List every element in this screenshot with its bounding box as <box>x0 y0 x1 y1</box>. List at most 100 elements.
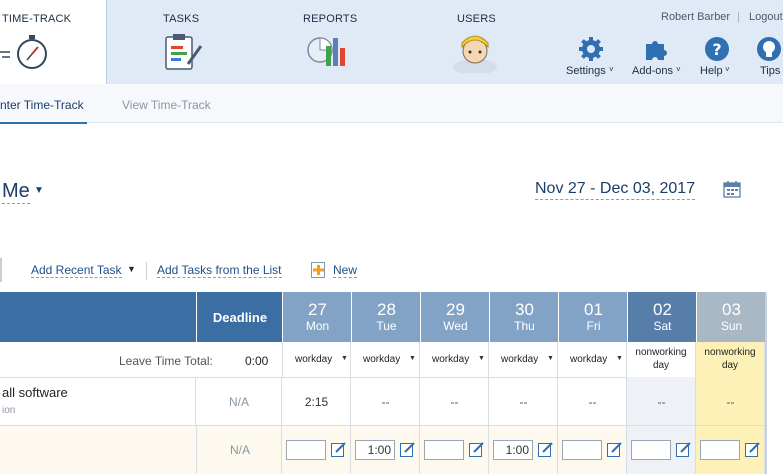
time-input-cell-sat <box>627 426 696 474</box>
new-task-deadline: N/A <box>229 443 250 457</box>
date-range-label: Nov 27 - Dec 03, 2017 <box>535 179 696 200</box>
time-input-cell-tue: 1:00 <box>351 426 420 474</box>
nav-users[interactable]: USERS <box>440 0 510 84</box>
logout-link[interactable]: Logout <box>749 11 783 23</box>
time-input-cell-thu: 1:00 <box>489 426 558 474</box>
add-tasks-from-list-label: Add Tasks from the List <box>157 263 282 278</box>
nav-reports[interactable]: REPORTS <box>290 0 370 84</box>
day-type-label: workday <box>432 354 470 365</box>
time-input-sat[interactable] <box>631 440 671 460</box>
calendar-icon[interactable] <box>723 180 741 198</box>
note-edit-icon[interactable] <box>676 441 692 458</box>
date-range-selector[interactable]: Nov 27 - Dec 03, 2017 <box>535 179 711 203</box>
add-recent-task-button[interactable]: Add Recent Task ▼ <box>31 263 141 279</box>
task-deadline-cell: N/A <box>196 377 282 425</box>
user-separator: | <box>737 11 740 23</box>
day-number: 27 <box>308 300 327 319</box>
time-value: -- <box>450 395 459 409</box>
help-icon: ? <box>705 37 729 61</box>
caret-down-icon: ▼ <box>478 355 485 362</box>
user-name-link[interactable]: Robert Barber <box>661 11 730 23</box>
time-input-cell-mon <box>282 426 351 474</box>
settings-button[interactable]: Settings ˅ <box>562 36 620 82</box>
note-edit-icon[interactable] <box>607 441 623 458</box>
day-type-select-fri[interactable]: workday ▼ <box>558 342 627 377</box>
tab-enter-time-track[interactable]: nter Time-Track <box>0 96 87 124</box>
time-input-mon[interactable] <box>286 440 326 460</box>
day-type-select-sat[interactable]: nonworking day <box>627 342 696 377</box>
tab-view-time-track[interactable]: View Time-Track <box>122 96 222 120</box>
add-recent-task-label: Add Recent Task <box>31 263 122 278</box>
day-type-label: workday <box>363 354 401 365</box>
leave-time-total: 0:00 <box>245 354 269 368</box>
help-label: Help <box>700 65 723 77</box>
lightbulb-icon <box>757 37 781 61</box>
day-number: 30 <box>515 300 534 319</box>
nav-tasks-label: TASKS <box>163 13 200 25</box>
chevron-down-icon: ˅ <box>725 65 730 74</box>
task-time-mon[interactable]: 2:15 <box>282 377 351 425</box>
day-header-sat: 02 Sat <box>627 292 697 342</box>
time-input-tue[interactable]: 1:00 <box>355 440 395 460</box>
day-number: 28 <box>377 300 396 319</box>
user-selector[interactable]: Me ▼ <box>0 179 48 207</box>
day-number: 02 <box>653 300 672 319</box>
caret-down-icon: ▼ <box>409 355 416 362</box>
day-name: Thu <box>514 319 535 333</box>
note-edit-icon[interactable] <box>331 441 347 458</box>
day-header-sun: 03 Sun <box>696 292 766 342</box>
day-type-select-wed[interactable]: workday ▼ <box>420 342 489 377</box>
time-input-fri[interactable] <box>562 440 602 460</box>
time-input-thu[interactable]: 1:00 <box>493 440 533 460</box>
day-type-select-mon[interactable]: workday ▼ <box>282 342 351 377</box>
nav-time-track[interactable]: TIME-TRACK <box>0 0 107 84</box>
divider <box>146 262 147 280</box>
deadline-label: Deadline <box>212 310 268 325</box>
nav-tasks[interactable]: TASKS <box>150 0 210 84</box>
note-edit-icon[interactable] <box>469 441 485 458</box>
note-edit-icon[interactable] <box>745 441 761 458</box>
task-time-sun[interactable]: -- <box>696 377 765 425</box>
time-input-sun[interactable] <box>700 440 740 460</box>
task-time-thu[interactable]: -- <box>489 377 558 425</box>
day-type-select-tue[interactable]: workday ▼ <box>351 342 420 377</box>
day-type-label: workday <box>295 354 333 365</box>
time-input-wed[interactable] <box>424 440 464 460</box>
task-time-fri[interactable]: -- <box>558 377 627 425</box>
task-time-wed[interactable]: -- <box>420 377 489 425</box>
tips-button[interactable]: Tips <box>752 36 783 82</box>
day-name: Tue <box>376 319 397 333</box>
day-type-select-thu[interactable]: workday ▼ <box>489 342 558 377</box>
day-header-fri: 01 Fri <box>558 292 628 342</box>
grid-edge <box>765 292 767 474</box>
caret-down-icon: ▼ <box>341 355 348 362</box>
tips-label: Tips <box>760 65 781 77</box>
task-time-tue[interactable]: -- <box>351 377 420 425</box>
new-task-label: New <box>333 263 358 278</box>
user-selector-label: Me <box>2 180 30 204</box>
note-edit-icon[interactable] <box>400 441 416 458</box>
add-tasks-from-list-button[interactable]: Add Tasks from the List <box>157 263 292 279</box>
day-name: Fri <box>586 319 601 333</box>
day-number: 03 <box>722 300 741 319</box>
day-type-label: workday <box>501 354 539 365</box>
help-button[interactable]: ? Help ˅ <box>696 36 738 82</box>
new-task-button[interactable]: New <box>311 261 363 279</box>
day-number: 01 <box>584 300 603 319</box>
day-header-tue: 28 Tue <box>351 292 421 342</box>
task-name-cell[interactable]: all software ion <box>0 377 196 425</box>
day-type-label: workday <box>570 354 608 365</box>
day-type-label: nonworking day <box>635 347 687 371</box>
caret-down-icon: ▼ <box>127 264 136 274</box>
addons-button[interactable]: Add-ons ˅ <box>628 36 686 82</box>
note-edit-icon[interactable] <box>538 441 554 458</box>
clipboard-icon <box>165 34 203 70</box>
stopwatch-icon <box>0 35 47 69</box>
time-value: -- <box>657 395 666 409</box>
task-time-sat[interactable]: -- <box>627 377 696 425</box>
task-name: all software <box>2 385 68 400</box>
tab-enter-label: nter Time-Track <box>0 98 84 112</box>
nav-reports-label: REPORTS <box>303 13 358 25</box>
day-type-select-sun[interactable]: nonworking day <box>696 342 765 377</box>
day-header-mon: 27 Mon <box>282 292 352 342</box>
